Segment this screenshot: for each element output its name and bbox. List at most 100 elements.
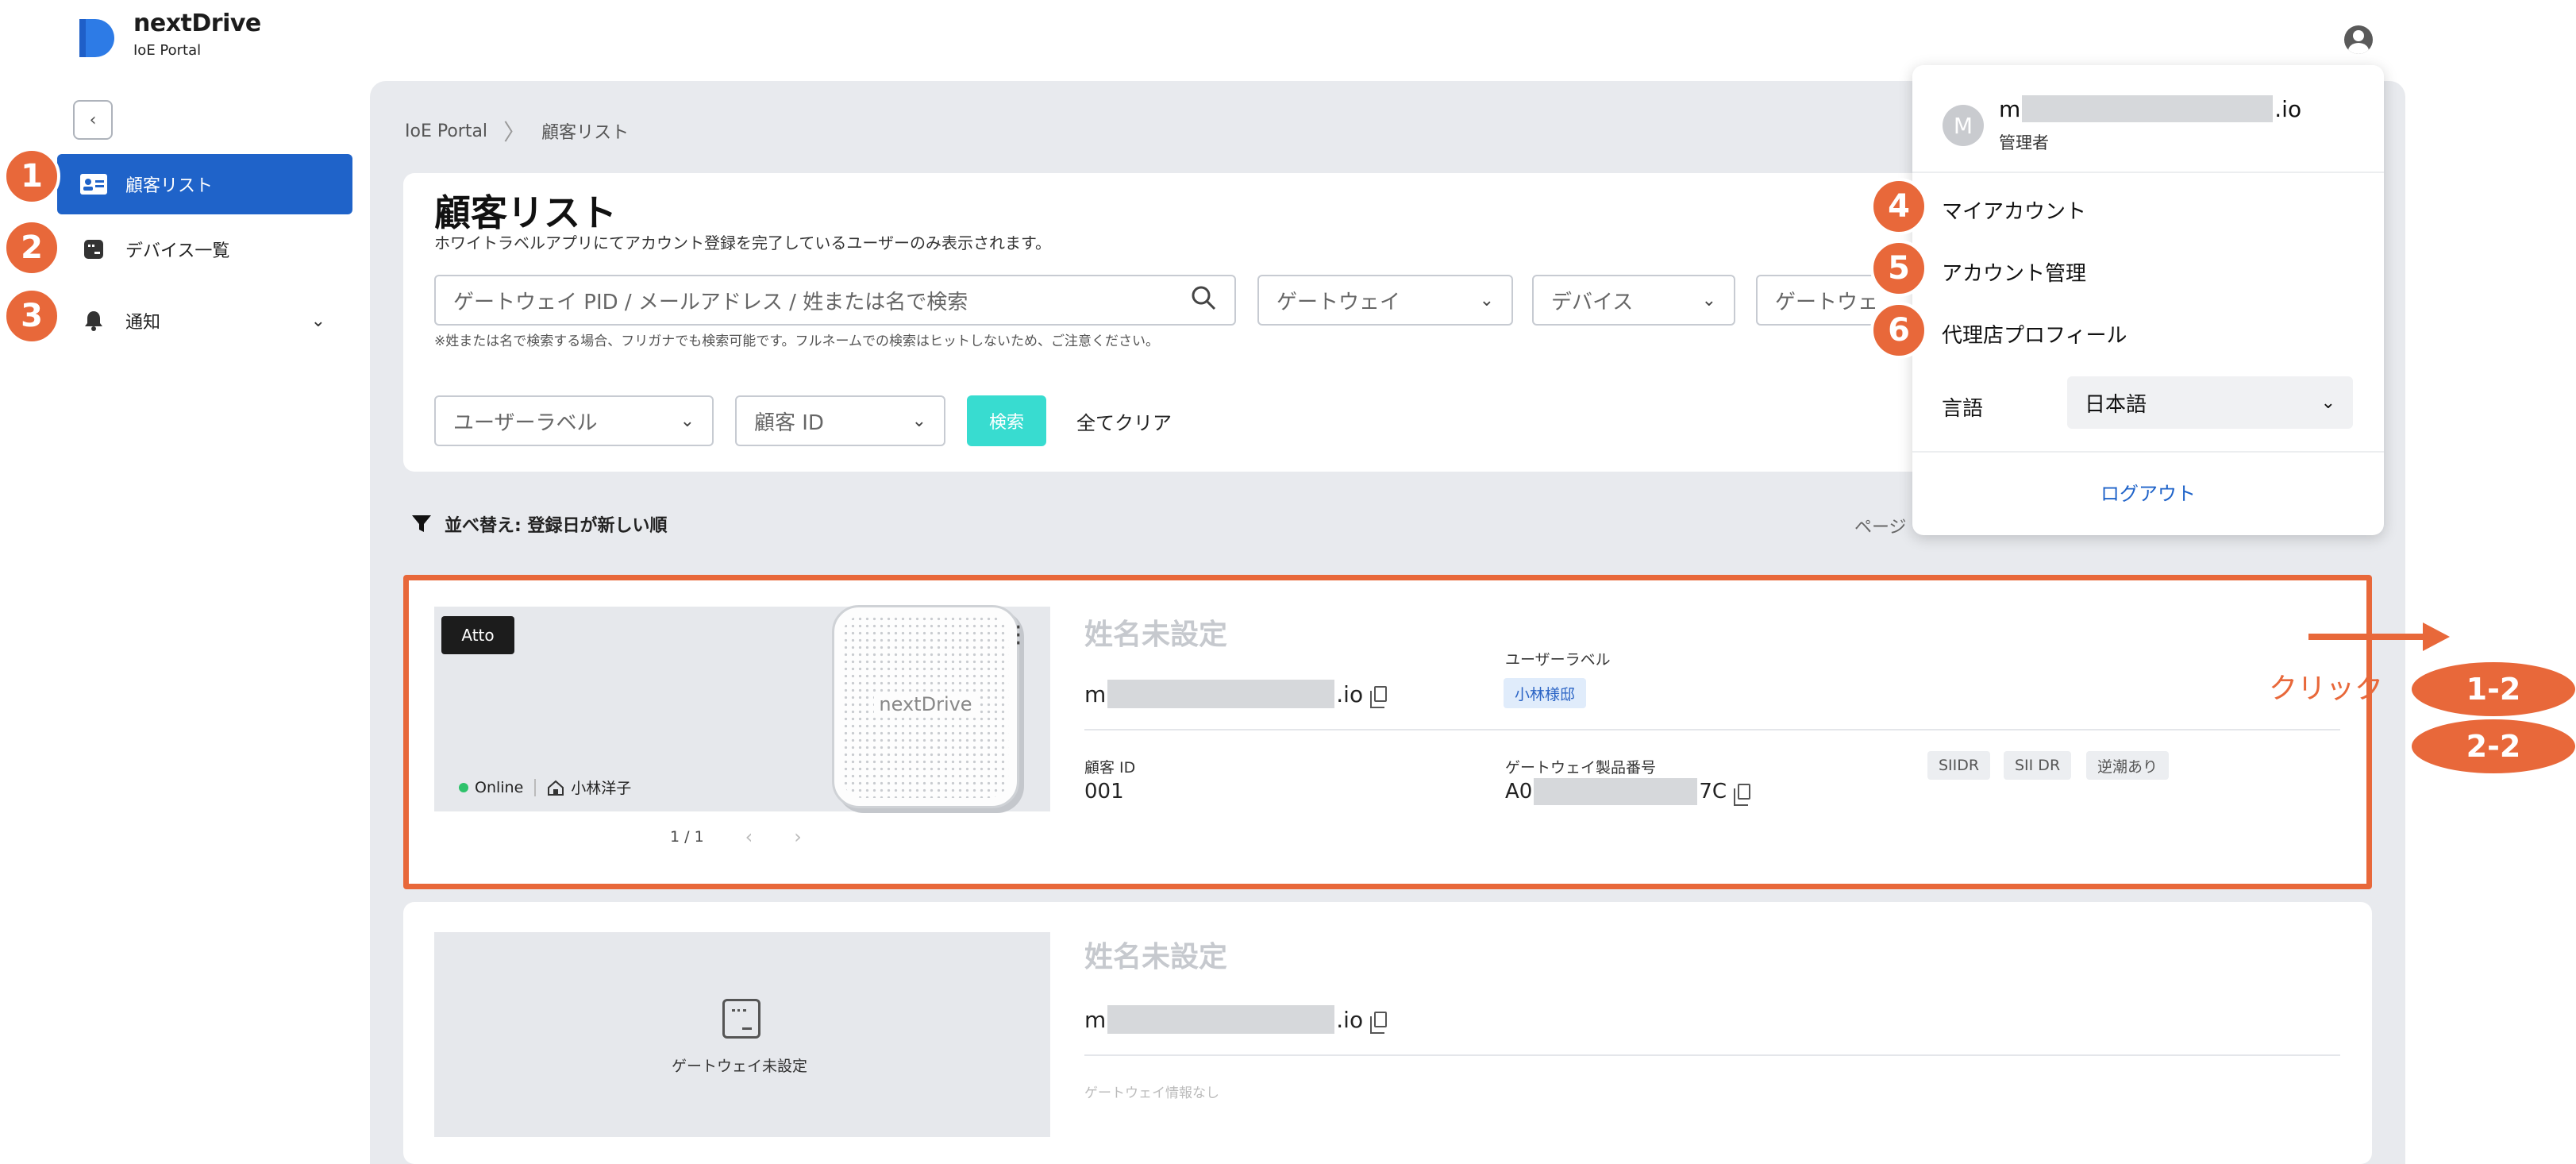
device-brand: nextDrive (874, 693, 977, 715)
chevron-down-icon: ⌄ (1701, 290, 1716, 310)
menu-item-my-account[interactable]: マイアカウント (1942, 195, 2086, 225)
chevron-left-icon[interactable]: ‹ (745, 826, 753, 848)
clear-all-button[interactable]: 全てクリア (1076, 395, 1172, 446)
redacted-block (1107, 680, 1335, 708)
more-options-icon[interactable]: · · · (1015, 616, 1022, 656)
pager-text: 1 / 1 (670, 828, 704, 846)
customer-id-select[interactable]: 顧客 ID ⌄ (735, 395, 945, 446)
language-select[interactable]: 日本語 ⌄ (2067, 376, 2353, 429)
account-circle-icon[interactable] (2344, 25, 2373, 54)
user-menu (1912, 65, 2384, 535)
search-icon[interactable] (1190, 284, 1217, 316)
device-icon (79, 237, 108, 261)
home-icon (547, 780, 564, 796)
sort-control[interactable]: 並べ替え: 登録日が新しい順 (411, 511, 667, 537)
online-dot-icon (459, 782, 468, 792)
email-start: m (1999, 95, 2021, 122)
gateway-none-label: ゲートウェイ情報なし (1084, 1085, 1219, 1101)
search-placeholder: ゲートウェイ PID / メールアドレス / 姓または名で検索 (453, 290, 968, 314)
divider (1084, 1054, 2340, 1056)
gateway-device-image: nextDrive (832, 605, 1019, 808)
click-annotation: クリック (2269, 673, 2384, 705)
step-badge: 6 (1870, 302, 1927, 359)
divider (1084, 729, 2340, 730)
redacted-block (1107, 1005, 1335, 1034)
owner-name: 小林洋子 (571, 780, 632, 797)
search-hint: ※姓または名で検索する場合、フリガナでも検索可能です。フルネームでの検索はヒット… (434, 333, 1160, 349)
serial-start: A0 (1505, 780, 1533, 804)
device-status: Online 小林洋子 (459, 777, 631, 798)
breadcrumb-separator: 〉 (503, 119, 526, 145)
step-oval-1-2: 1-2 (2412, 662, 2575, 716)
gateway-select-label: ゲートウェイ (1276, 290, 1401, 314)
sidebar-item-device-list[interactable]: デバイス一覧 (57, 219, 352, 279)
redacted-block (2022, 95, 2274, 122)
image-pager: 1 / 1 ‹ › (670, 826, 802, 848)
logout-button[interactable]: ログアウト (1912, 478, 2384, 506)
user-label-select[interactable]: ユーザーラベル ⌄ (434, 395, 714, 446)
app-logo[interactable]: nextDrive IoE Portal (79, 10, 261, 59)
copy-icon[interactable] (1734, 784, 1751, 806)
filter-icon (411, 514, 432, 534)
menu-item-account-management[interactable]: アカウント管理 (1942, 257, 2086, 287)
menu-divider (1912, 172, 2384, 173)
customer-id-title: 顧客 ID (1084, 759, 1136, 777)
menu-item-agency-profile[interactable]: 代理店プロフィール (1942, 319, 2127, 349)
click-arrow-icon (2308, 622, 2450, 651)
page-title: 顧客リスト (434, 191, 617, 234)
chevron-down-icon: ⌄ (1479, 290, 1494, 310)
menu-divider (1912, 451, 2384, 453)
chevron-down-icon: ⌄ (2320, 392, 2335, 413)
gateway-serial-title: ゲートウェイ製品番号 (1505, 759, 1657, 777)
customer-name: 姓名未設定 (1084, 619, 1228, 651)
chevron-down-icon: ⌄ (911, 410, 926, 431)
sidebar-item-label: 顧客リスト (125, 176, 214, 196)
step-badge: 3 (3, 287, 60, 345)
user-label-tag: 小林様邸 (1504, 678, 1587, 708)
user-label-select-label: ユーザーラベル (453, 410, 598, 435)
model-badge: Atto (441, 616, 514, 654)
tag-reverse-flow: 逆潮あり (2086, 751, 2170, 780)
tag-siidr: SIIDR (1927, 751, 1991, 780)
app-name: nextDrive (133, 10, 261, 37)
chevron-down-icon: ⌄ (680, 410, 695, 431)
sidebar-collapse-button[interactable]: ‹ (73, 100, 113, 140)
copy-icon[interactable] (1370, 686, 1388, 708)
id-card-icon (79, 172, 108, 196)
email-start: m (1084, 680, 1107, 707)
sidebar-item-customer-list[interactable]: 顧客リスト (57, 154, 352, 214)
gateway-select[interactable]: ゲートウェイ ⌄ (1257, 275, 1513, 326)
email-start: m (1084, 1006, 1107, 1033)
step-badge: 5 (1870, 240, 1927, 297)
sort-label: 並べ替え: 登録日が新しい順 (445, 516, 668, 536)
serial-end: 7C (1699, 780, 1727, 804)
tag-sii-dr: SII DR (2004, 751, 2072, 780)
breadcrumb: IoE Portal 〉 顧客リスト (405, 115, 629, 147)
step-badge: 2 (3, 219, 60, 276)
sidebar-item-notifications[interactable]: 通知 ⌄ (57, 291, 352, 351)
breadcrumb-current: 顧客リスト (541, 123, 630, 143)
copy-icon[interactable] (1370, 1012, 1388, 1034)
customer-id-select-label: 顧客 ID (754, 410, 824, 435)
chevron-right-icon[interactable]: › (794, 826, 802, 848)
page-description: ホワイトラベルアプリにてアカウント登録を完了しているユーザーのみ表示されます。 (434, 233, 1051, 252)
step-oval-2-2: 2-2 (2412, 719, 2575, 773)
search-input[interactable]: ゲートウェイ PID / メールアドレス / 姓または名で検索 (434, 275, 1236, 326)
user-role: 管理者 (1999, 133, 2049, 152)
chevron-down-icon[interactable]: ⌄ (311, 311, 325, 331)
gateway-serial-value: A0 7C (1505, 778, 1751, 806)
user-label-title: ユーザーラベル (1505, 651, 1611, 669)
status-text: Online (475, 778, 524, 796)
customer-name: 姓名未設定 (1084, 941, 1228, 973)
device-select[interactable]: デバイス ⌄ (1532, 275, 1735, 326)
breadcrumb-root[interactable]: IoE Portal (405, 121, 487, 141)
search-button[interactable]: 検索 (967, 395, 1046, 446)
device-select-label: デバイス (1551, 290, 1634, 314)
pagination-label: ページ (1854, 518, 1907, 538)
gateway-icon (722, 999, 760, 1039)
step-badge: 1 (3, 148, 60, 205)
email-end: .io (1336, 1006, 1364, 1033)
gateway-status-select-label: ゲートウェ (1775, 290, 1879, 314)
chevron-left-icon: ‹ (89, 110, 97, 130)
redacted-block (1534, 778, 1698, 805)
